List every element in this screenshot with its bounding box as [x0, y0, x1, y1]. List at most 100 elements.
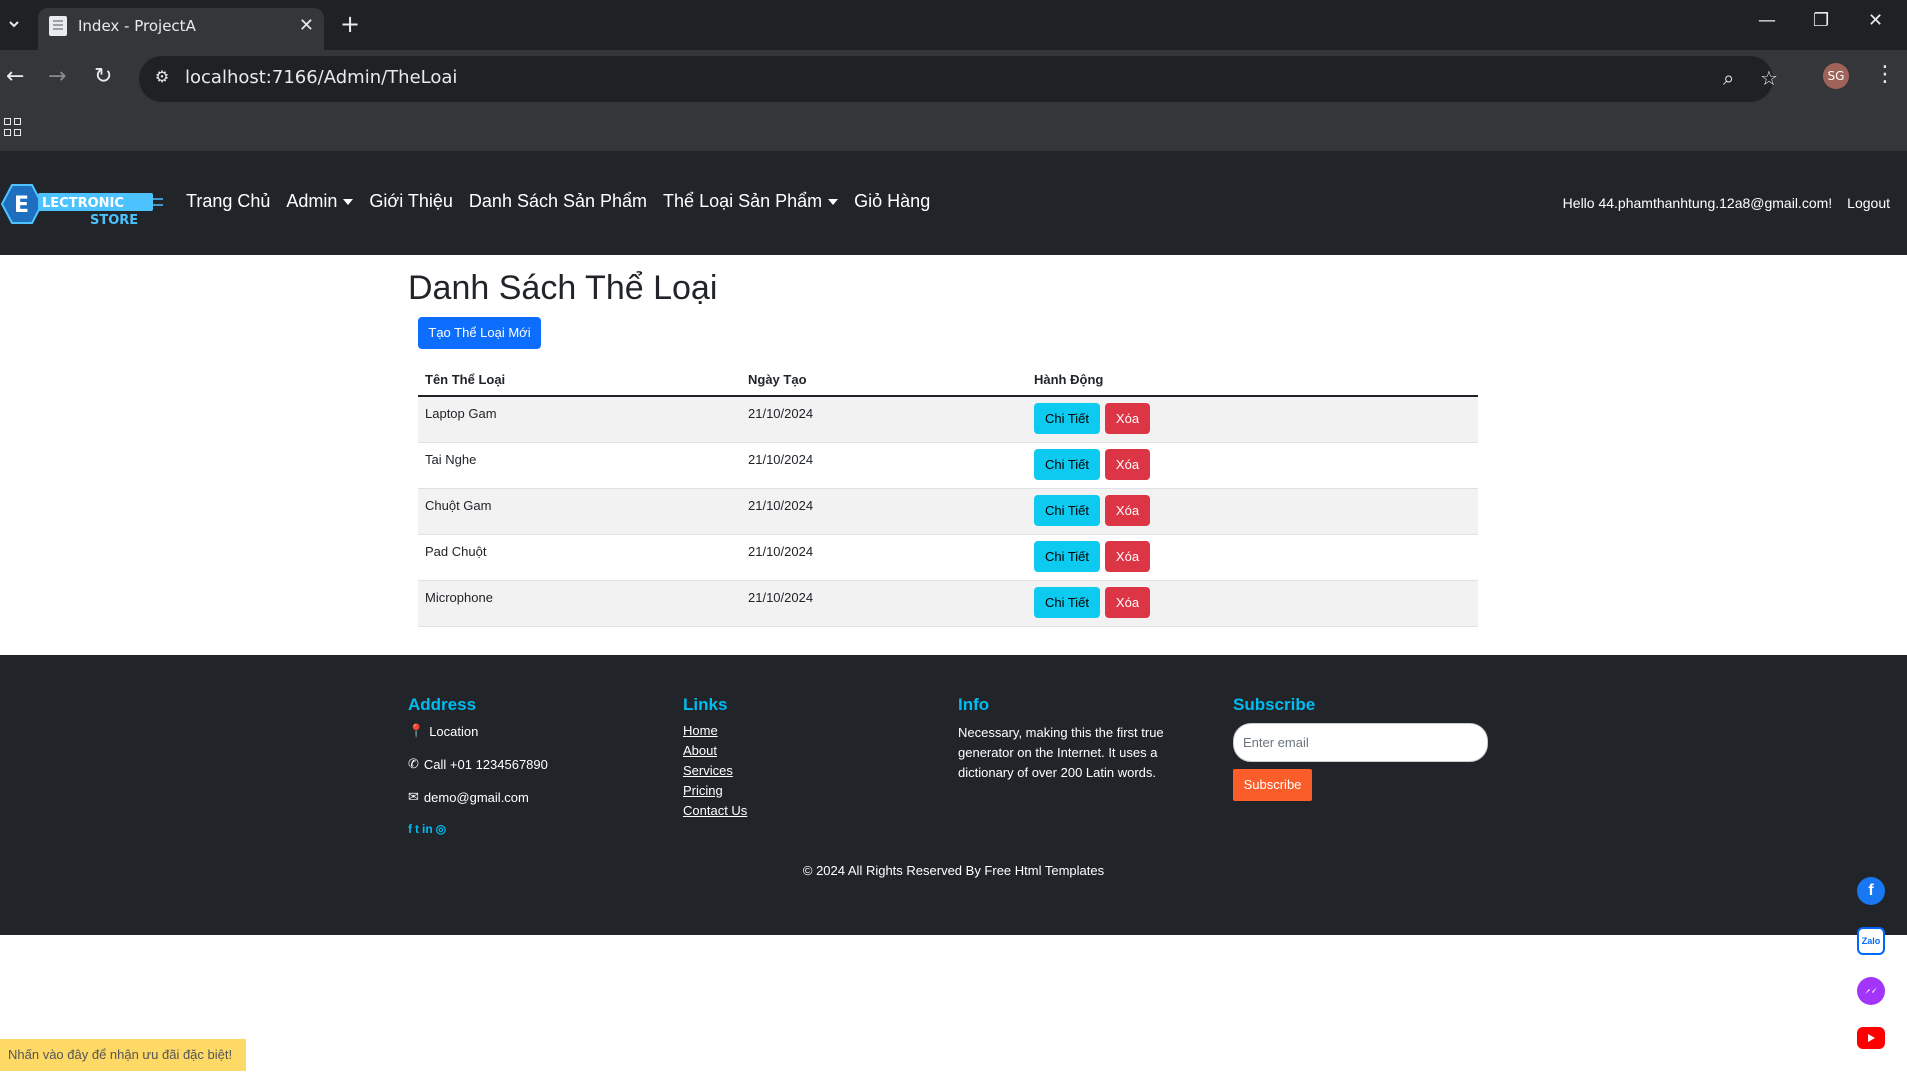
subscribe-email-input[interactable]: Enter email	[1233, 723, 1488, 762]
nav-categories-dropdown[interactable]: Thể Loại Sản Phẩm	[663, 191, 839, 212]
table-header: Tên Thể Loại Ngày Tạo Hành Động	[418, 362, 1478, 397]
map-marker-icon: 📍	[408, 723, 425, 738]
facebook-float-icon[interactable]: f	[1857, 877, 1885, 905]
address-bar[interactable]: ⚙ localhost:7166/Admin/TheLoai ⌕ ☆	[139, 56, 1778, 102]
restore-icon[interactable]: ❐	[1813, 10, 1829, 31]
footer-link-home[interactable]: Home	[683, 723, 747, 738]
site-info-icon[interactable]: ⚙	[151, 67, 173, 89]
site-navbar: E LECTRONIC STORE Trang Chủ Admin Giới T…	[0, 151, 1907, 255]
zoom-icon[interactable]: ⌕	[1723, 66, 1734, 90]
created-date: 21/10/2024	[748, 590, 814, 605]
browser-tab[interactable]: Index - ProjectA ✕	[38, 8, 324, 50]
footer-location[interactable]: Location	[429, 724, 478, 739]
facebook-icon[interactable]: f	[408, 822, 412, 836]
detail-button[interactable]: Chi Tiết	[1034, 495, 1100, 526]
caret-down-icon	[343, 199, 354, 206]
profile-avatar[interactable]: SG	[1823, 63, 1849, 89]
linkedin-icon[interactable]: in	[422, 822, 433, 836]
youtube-float-icon[interactable]	[1857, 1027, 1885, 1049]
footer-link-contact[interactable]: Contact Us	[683, 803, 747, 818]
delete-button[interactable]: Xóa	[1105, 449, 1150, 480]
footer-link-pricing[interactable]: Pricing	[683, 783, 747, 798]
url-text[interactable]: localhost:7166/Admin/TheLoai	[185, 67, 457, 88]
svg-text:E: E	[14, 193, 29, 218]
reload-icon[interactable]: ↻	[94, 64, 112, 89]
table-row: Tai Nghe 21/10/2024 Chi Tiết Xóa	[418, 443, 1478, 489]
category-name: Tai Nghe	[425, 452, 477, 467]
envelope-icon: ✉	[408, 789, 419, 804]
nav-cart[interactable]: Giỏ Hàng	[854, 191, 930, 212]
minimize-icon[interactable]: —	[1758, 10, 1776, 31]
delete-button[interactable]: Xóa	[1105, 541, 1150, 572]
footer-info: Info Necessary, making this the first tr…	[958, 695, 1168, 783]
table-row: Microphone 21/10/2024 Chi Tiết Xóa	[418, 581, 1478, 627]
site-footer: Address 📍 Location ✆ Call +01 1234567890 ✉…	[0, 655, 1907, 935]
footer-heading-address: Address	[408, 695, 477, 714]
created-date: 21/10/2024	[748, 544, 814, 559]
category-name: Chuột Gam	[425, 498, 492, 513]
subscribe-button[interactable]: Subscribe	[1233, 769, 1312, 801]
new-tab-icon[interactable]: +	[340, 10, 360, 38]
apps-grid-icon[interactable]	[4, 118, 22, 136]
column-header-date: Ngày Tạo	[748, 372, 807, 387]
electronic-store-logo[interactable]: E LECTRONIC STORE	[0, 179, 165, 229]
promo-banner[interactable]: Nhấn vào đây để nhận ưu đãi đặc biệt!	[0, 1039, 246, 1071]
close-tab-icon[interactable]: ✕	[299, 15, 314, 36]
category-name: Microphone	[425, 590, 493, 605]
footer-email[interactable]: demo@gmail.com	[424, 790, 529, 805]
footer-heading-links: Links	[683, 695, 728, 714]
detail-button[interactable]: Chi Tiết	[1034, 403, 1100, 434]
zalo-float-icon[interactable]: Zalo	[1857, 927, 1885, 955]
footer-info-text: Necessary, making this the first true ge…	[958, 725, 1164, 780]
window-close-icon[interactable]: ✕	[1868, 10, 1883, 31]
footer-links: Links Home About Services Pricing Contac…	[683, 695, 747, 823]
browser-menu-icon[interactable]: ⋮	[1874, 62, 1896, 87]
table-row: Pad Chuột 21/10/2024 Chi Tiết Xóa	[418, 535, 1478, 581]
created-date: 21/10/2024	[748, 498, 814, 513]
footer-address: Address 📍 Location ✆ Call +01 1234567890 ✉…	[408, 695, 548, 836]
bookmark-star-icon[interactable]: ☆	[1760, 66, 1778, 90]
column-header-name: Tên Thể Loại	[425, 372, 506, 387]
twitter-icon[interactable]: t	[415, 822, 419, 836]
page-title: Danh Sách Thể Loại	[408, 269, 718, 307]
delete-button[interactable]: Xóa	[1105, 495, 1150, 526]
create-category-button[interactable]: Tạo Thể Loại Mới	[418, 317, 541, 349]
caret-down-icon	[828, 199, 839, 206]
logout-link[interactable]: Logout	[1847, 195, 1890, 211]
footer-link-about[interactable]: About	[683, 743, 747, 758]
created-date: 21/10/2024	[748, 452, 814, 467]
tab-search-icon[interactable]	[2, 12, 26, 36]
detail-button[interactable]: Chi Tiết	[1034, 587, 1100, 618]
footer-phone[interactable]: Call +01 1234567890	[424, 757, 548, 772]
table-row: Laptop Gam 21/10/2024 Chi Tiết Xóa	[418, 397, 1478, 443]
nav-products[interactable]: Danh Sách Sản Phẩm	[469, 191, 647, 212]
forward-icon[interactable]: →	[48, 64, 66, 89]
messenger-float-icon[interactable]	[1857, 977, 1885, 1005]
footer-heading-info: Info	[958, 695, 990, 714]
detail-button[interactable]: Chi Tiết	[1034, 541, 1100, 572]
column-header-actions: Hành Động	[1034, 372, 1104, 387]
browser-tabbar: Index - ProjectA ✕ + — ❐ ✕	[0, 0, 1907, 50]
category-name: Pad Chuột	[425, 544, 487, 559]
back-icon[interactable]: ←	[6, 64, 24, 89]
footer-heading-subscribe: Subscribe	[1233, 695, 1316, 714]
logo-text: LECTRONIC	[42, 196, 124, 211]
nav-categories-label: Thể Loại Sản Phẩm	[663, 191, 823, 211]
nav-admin-dropdown[interactable]: Admin	[286, 191, 354, 212]
nav-about[interactable]: Giới Thiệu	[369, 191, 453, 212]
nav-home[interactable]: Trang Chủ	[186, 191, 270, 212]
table-row: Chuột Gam 21/10/2024 Chi Tiết Xóa	[418, 489, 1478, 535]
footer-link-services[interactable]: Services	[683, 763, 747, 778]
instagram-icon[interactable]: ◎	[436, 822, 446, 836]
phone-icon: ✆	[408, 756, 419, 771]
delete-button[interactable]: Xóa	[1105, 403, 1150, 434]
category-name: Laptop Gam	[425, 406, 497, 421]
tab-title: Index - ProjectA	[78, 17, 196, 35]
logo-subtext: STORE	[90, 213, 138, 228]
user-greeting[interactable]: Hello 44.phamthanhtung.12a8@gmail.com!	[1563, 195, 1833, 211]
footer-subscribe: Subscribe Enter email Subscribe	[1233, 695, 1488, 801]
bookmarks-bar	[0, 108, 1907, 151]
detail-button[interactable]: Chi Tiết	[1034, 449, 1100, 480]
delete-button[interactable]: Xóa	[1105, 587, 1150, 618]
browser-toolbar: ← → ↻ ⚙ localhost:7166/Admin/TheLoai ⌕ ☆…	[0, 50, 1907, 108]
